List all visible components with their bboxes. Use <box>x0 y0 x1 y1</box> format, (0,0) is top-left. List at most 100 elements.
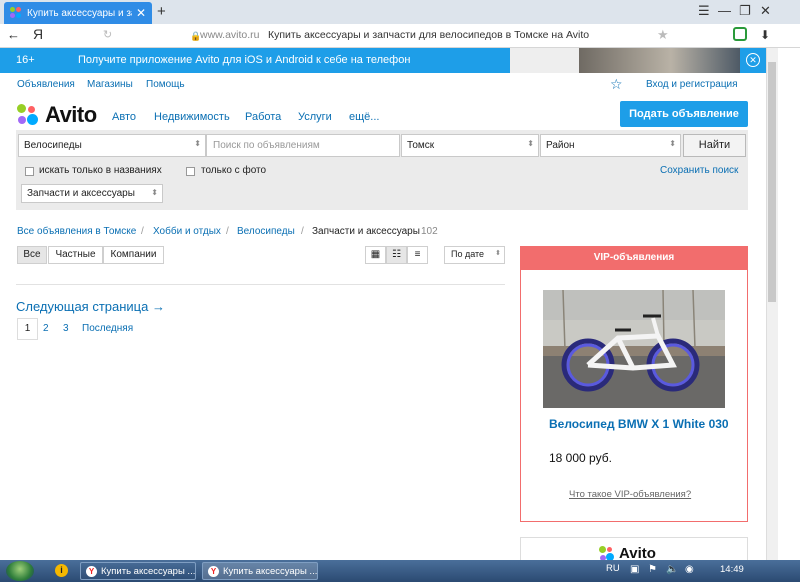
breadcrumb-sep: / <box>141 226 144 237</box>
favorites-star-icon[interactable]: ☆ <box>610 76 623 93</box>
protect-shield-icon[interactable] <box>733 27 747 41</box>
avito-favicon <box>10 7 22 19</box>
only-photo-checkbox[interactable] <box>186 167 195 176</box>
yandex-browser-icon: Y <box>86 566 97 577</box>
page-3[interactable]: 3 <box>63 323 69 334</box>
banner-image <box>510 48 740 73</box>
category-services[interactable]: Услуги <box>298 111 332 123</box>
flag-icon[interactable]: ⚑ <box>648 564 657 575</box>
category-select[interactable]: Велосипеды ⬍ <box>18 134 206 157</box>
select-arrows-icon: ⬍ <box>194 139 201 148</box>
download-icon[interactable]: ⬇ <box>760 28 770 42</box>
vip-ad-price: 18 000 руб. <box>549 451 612 465</box>
page-2[interactable]: 2 <box>43 323 49 334</box>
select-arrows-icon: ⬍ <box>527 139 534 148</box>
next-page-link[interactable]: Следующая страница → <box>16 299 165 314</box>
select-arrows-icon: ⬍ <box>495 250 501 257</box>
url-domain[interactable]: www.avito.ru <box>200 29 260 41</box>
sort-value: По дате <box>451 249 485 259</box>
filter-all[interactable]: Все <box>17 246 47 264</box>
nav-link-help[interactable]: Помощь <box>146 79 185 90</box>
breadcrumb-bikes[interactable]: Велосипеды <box>237 226 295 237</box>
search-placeholder: Поиск по объявлениям <box>213 140 320 151</box>
browser-menu-icon[interactable]: ☰ <box>698 3 710 19</box>
category-jobs[interactable]: Работа <box>245 111 281 123</box>
taskbar-task-1[interactable]: Y Купить аксессуары ... <box>80 562 196 580</box>
select-arrows-icon: ⬍ <box>151 188 158 197</box>
only-titles-checkbox[interactable] <box>25 167 34 176</box>
new-tab-button[interactable]: + <box>157 3 166 20</box>
post-ad-button[interactable]: Подать объявление <box>620 101 748 127</box>
taskbar-task-label: Купить аксессуары ... <box>101 566 196 577</box>
only-photo-label[interactable]: только с фото <box>201 165 266 176</box>
nav-link-ads[interactable]: Объявления <box>17 79 75 90</box>
browser-tab[interactable]: Купить аксессуары и запч ✕ <box>4 2 152 24</box>
taskbar-app-icon[interactable]: i <box>55 564 68 577</box>
logo-text: Avito <box>45 102 97 127</box>
reload-icon[interactable]: ↻ <box>103 28 112 41</box>
page-last[interactable]: Последняя <box>82 323 133 334</box>
close-window-button[interactable]: ✕ <box>760 3 771 19</box>
antivirus-icon[interactable]: ◉ <box>685 564 694 575</box>
avito-dots-icon <box>17 104 39 126</box>
clock[interactable]: 14:49 <box>720 564 744 575</box>
save-search-link[interactable]: Сохранить поиск <box>660 165 738 176</box>
breadcrumb-sep: / <box>301 226 304 237</box>
age-rating: 16+ <box>16 54 35 66</box>
taskbar-task-2[interactable]: Y Купить аксессуары ... <box>202 562 318 580</box>
back-button[interactable]: ← <box>7 27 20 42</box>
vip-header: VIP-объявления <box>520 246 748 270</box>
taskbar-task-label: Купить аксессуары ... <box>223 566 318 577</box>
tab-close-icon[interactable]: ✕ <box>136 6 146 20</box>
city-select-value: Томск <box>407 140 435 151</box>
tab-title: Купить аксессуары и запч <box>27 7 132 19</box>
volume-icon[interactable]: 🔈 <box>666 564 678 575</box>
subcategory-select[interactable]: Запчасти и аксессуары ⬍ <box>21 184 163 203</box>
vip-info-link[interactable]: Что такое VIP-объявления? <box>569 489 691 500</box>
language-indicator[interactable]: RU <box>606 563 620 574</box>
category-more[interactable]: ещё... <box>349 111 379 123</box>
breadcrumb-sep: / <box>226 226 229 237</box>
select-arrows-icon: ⬍ <box>669 139 676 148</box>
page-1[interactable]: 1 <box>17 318 38 340</box>
category-realty[interactable]: Недвижимость <box>154 111 230 123</box>
breadcrumb-hobby[interactable]: Хобби и отдых <box>153 226 221 237</box>
divider <box>16 284 505 285</box>
gallery-view-icon[interactable]: ▦ <box>365 246 386 264</box>
address-bar: ← Я ↻ 🔒 www.avito.ru Купить аксессуары и… <box>0 24 800 48</box>
login-link[interactable]: Вход и регистрация <box>646 79 738 90</box>
vip-ad-title[interactable]: Велосипед BMW X 1 White 030 <box>549 416 729 432</box>
banner-text[interactable]: Получите приложение Avito для iOS и Andr… <box>78 54 410 66</box>
bookmark-star-icon[interactable]: ★ <box>657 27 669 43</box>
app-banner[interactable]: 16+ Получите приложение Avito для iOS и … <box>0 48 766 73</box>
city-select[interactable]: Томск ⬍ <box>401 134 539 157</box>
restore-button[interactable]: ❐ <box>739 3 751 19</box>
filter-private[interactable]: Частные <box>48 246 103 264</box>
district-select[interactable]: Район ⬍ <box>540 134 681 157</box>
network-icon[interactable]: ▣ <box>630 564 639 575</box>
start-button[interactable] <box>6 561 34 581</box>
district-select-value: Район <box>546 140 575 151</box>
scrollbar-thumb[interactable] <box>768 62 776 302</box>
breadcrumb-current: Запчасти и аксессуары <box>312 226 420 237</box>
category-select-value: Велосипеды <box>24 140 82 151</box>
vip-bike-image[interactable] <box>543 290 725 408</box>
minimize-button[interactable]: — <box>718 3 731 18</box>
yandex-logo[interactable]: Я <box>33 26 43 42</box>
find-button[interactable]: Найти <box>683 134 746 157</box>
sort-select[interactable]: По дате ⬍ <box>444 246 505 264</box>
list-view-icon[interactable]: ☷ <box>386 246 407 264</box>
search-input[interactable]: Поиск по объявлениям <box>206 134 400 157</box>
subcategory-value: Запчасти и аксессуары <box>27 188 135 199</box>
category-auto[interactable]: Авто <box>112 111 136 123</box>
yandex-browser-icon: Y <box>208 566 219 577</box>
only-titles-label[interactable]: искать только в названиях <box>39 165 162 176</box>
breadcrumb-all[interactable]: Все объявления в Томске <box>17 226 136 237</box>
avito-logo[interactable]: Avito <box>17 102 97 128</box>
results-count: 102 <box>421 226 438 237</box>
filter-companies[interactable]: Компании <box>103 246 164 264</box>
banner-close-icon[interactable]: ✕ <box>746 53 760 67</box>
nav-link-shops[interactable]: Магазины <box>87 79 133 90</box>
compact-view-icon[interactable]: ≡ <box>407 246 428 264</box>
url-page-title[interactable]: Купить аксессуары и запчасти для велосип… <box>268 29 589 41</box>
